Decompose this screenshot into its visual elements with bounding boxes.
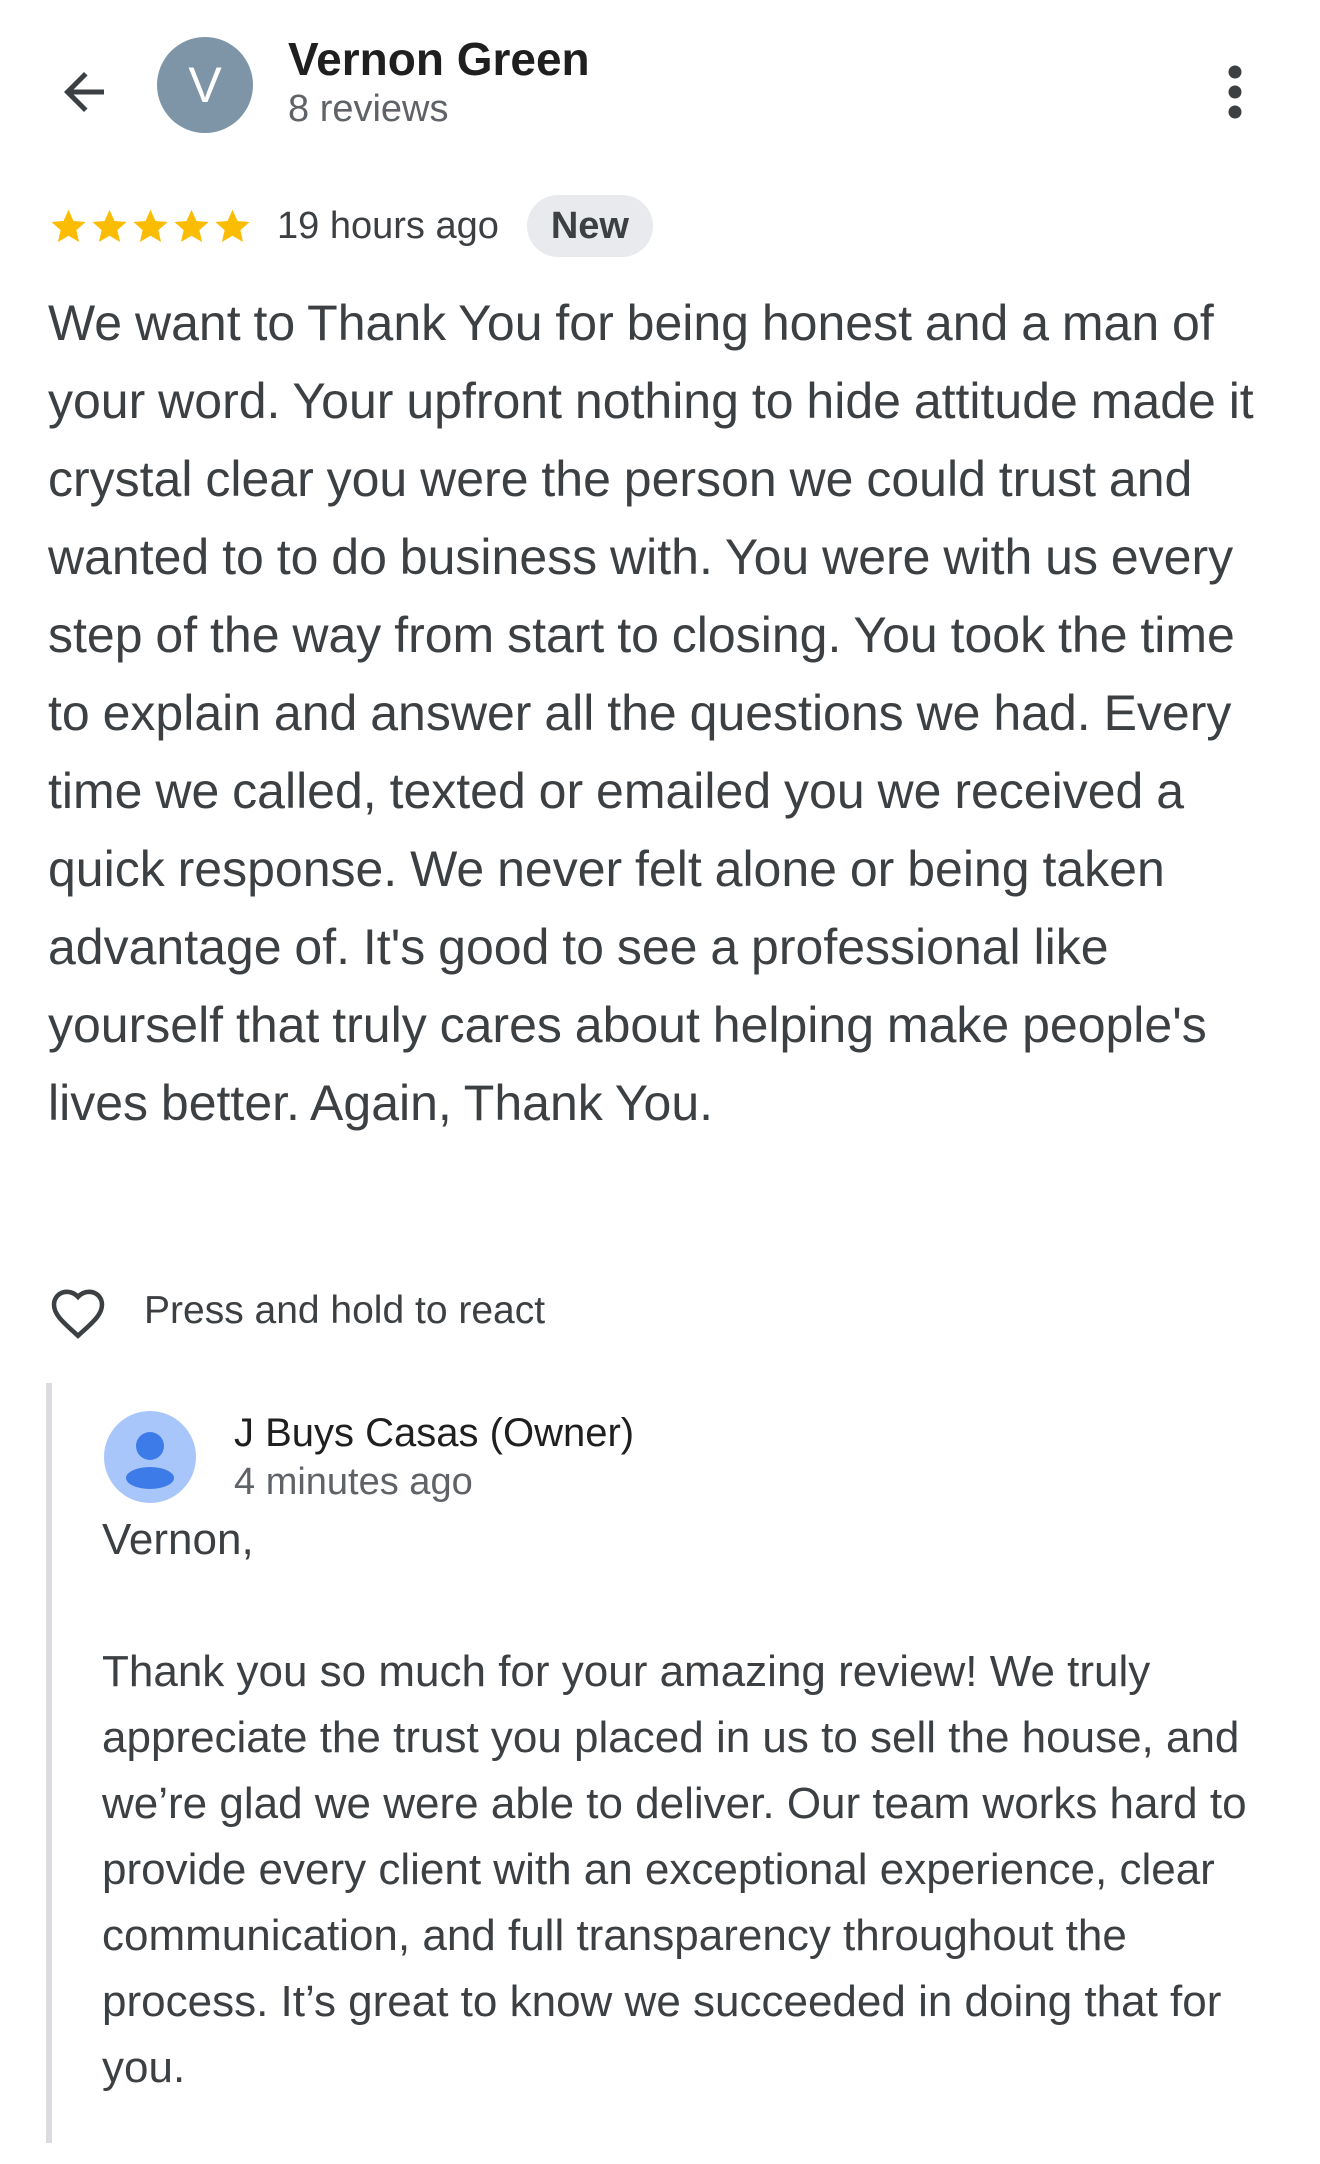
star-icon <box>51 209 86 242</box>
back-button[interactable] <box>48 56 120 128</box>
more-options-button[interactable] <box>1210 52 1260 132</box>
reviewer-initial: V <box>188 57 222 113</box>
react-button[interactable]: Press and hold to react <box>46 1276 545 1346</box>
star-rating <box>48 206 253 247</box>
review-text: We want to Thank You for being honest an… <box>48 295 1254 1131</box>
arrow-back-icon <box>64 72 104 112</box>
rating-row: 19 hours ago New <box>48 193 653 259</box>
star-icon <box>133 209 168 242</box>
star-icon <box>92 209 127 242</box>
owner-reply-text: Vernon, Thank you so much for your amazi… <box>102 1507 1282 2101</box>
react-label: Press and hold to react <box>144 1289 546 1332</box>
star-icon <box>215 209 250 242</box>
owner-name: J Buys Casas (Owner) <box>234 1411 635 1455</box>
reviewer-name[interactable]: Vernon Green <box>288 32 590 86</box>
owner-reply: J Buys Casas (Owner) 4 minutes ago Verno… <box>46 1383 1296 2143</box>
more-vert-icon <box>1228 65 1242 119</box>
reviewer-avatar[interactable]: V <box>157 37 253 133</box>
reviewer-review-count: 8 reviews <box>288 88 449 130</box>
owner-reply-greeting: Vernon, <box>102 1515 254 1564</box>
review-header: V Vernon Green 8 reviews <box>0 0 1320 180</box>
owner-reply-body: Thank you so much for your amazing revie… <box>102 1647 1247 2092</box>
review-time: 19 hours ago <box>277 204 499 247</box>
person-icon <box>104 1411 196 1503</box>
owner-reply-time: 4 minutes ago <box>234 1461 473 1503</box>
reply-indent-bar <box>46 1383 52 2143</box>
owner-avatar <box>104 1411 196 1503</box>
heart-outline-icon <box>51 1289 105 1339</box>
star-icon <box>174 209 209 242</box>
new-badge: New <box>526 195 653 257</box>
